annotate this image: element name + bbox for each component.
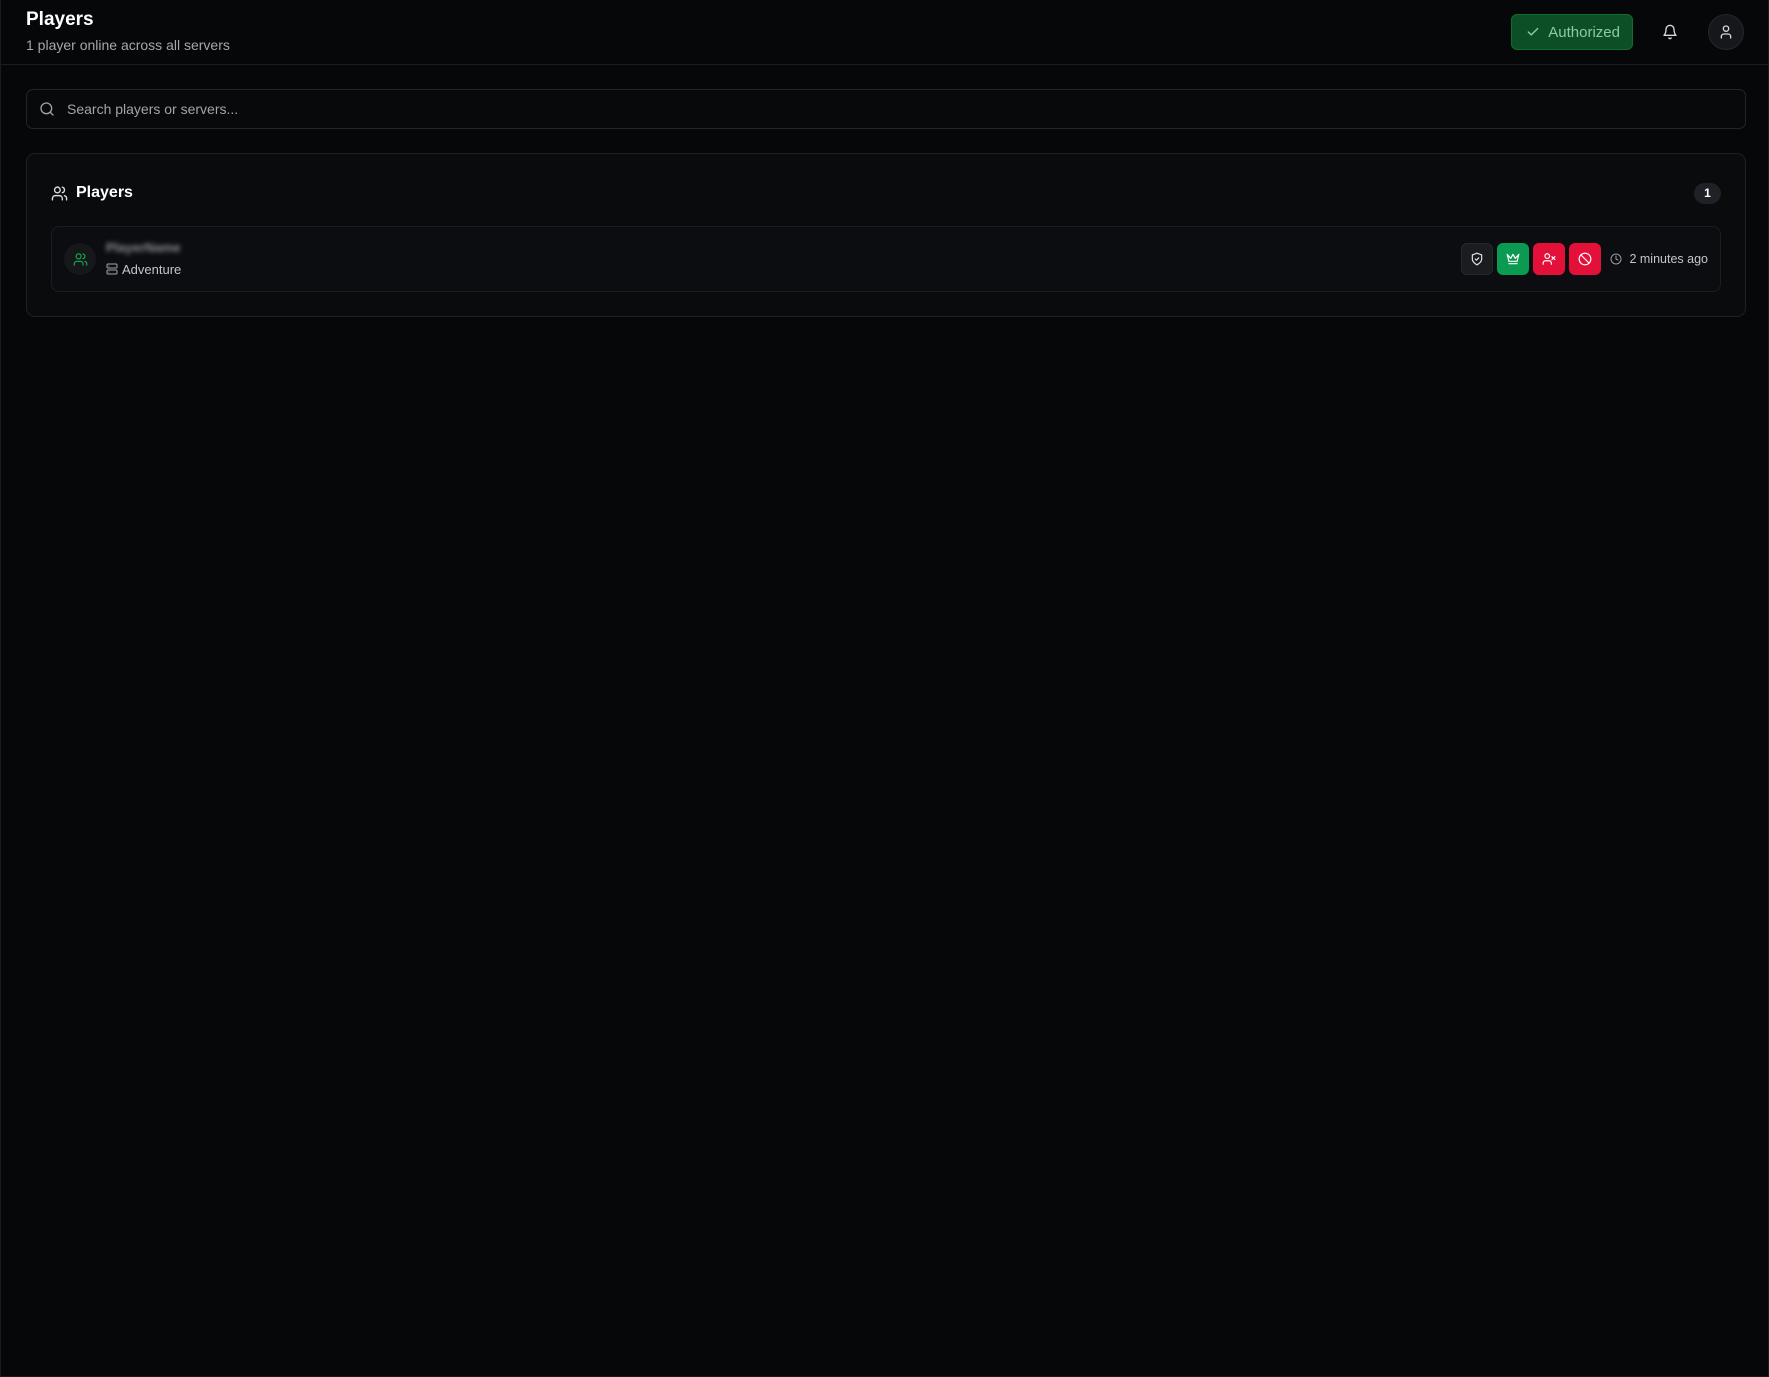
ban-button[interactable] (1569, 243, 1602, 275)
players-card: Players 1 PlayerName Adventure 2 minutes… (26, 153, 1746, 317)
player-avatar (64, 243, 96, 275)
player-actions: 2 minutes ago (1461, 243, 1708, 275)
search-icon (39, 101, 55, 117)
user-x-icon (1542, 252, 1556, 266)
page-title: Players (26, 8, 94, 30)
player-row[interactable]: PlayerName Adventure 2 minutes ago (51, 226, 1721, 292)
last-seen: 2 minutes ago (1610, 252, 1708, 266)
profile-button[interactable] (1708, 14, 1744, 50)
bell-icon (1662, 24, 1678, 40)
clock-icon (1610, 253, 1622, 265)
header-actions: Authorized (1511, 14, 1744, 50)
shield-icon (1470, 252, 1484, 266)
player-count-badge: 1 (1694, 182, 1721, 204)
search-input[interactable] (55, 90, 1745, 128)
check-icon (1526, 25, 1540, 39)
players-card-title: Players (76, 184, 133, 201)
kick-button[interactable] (1533, 243, 1566, 275)
player-name: PlayerName (106, 239, 181, 255)
players-card-header: Players 1 (51, 181, 1721, 205)
card-title-group: Players (51, 184, 133, 202)
last-seen-text: 2 minutes ago (1629, 252, 1708, 266)
search-bar (26, 89, 1746, 129)
ban-icon (1578, 252, 1592, 266)
crown-icon (1506, 252, 1520, 266)
page-subtitle: 1 player online across all servers (26, 36, 230, 53)
player-info: PlayerName Adventure (106, 240, 181, 277)
player-server-name: Adventure (122, 261, 182, 277)
authorized-button[interactable]: Authorized (1511, 14, 1633, 50)
notifications-button[interactable] (1652, 14, 1688, 50)
server-icon (106, 263, 118, 275)
player-server: Adventure (106, 262, 181, 277)
player-identity: PlayerName Adventure (64, 240, 181, 277)
whitelist-button[interactable] (1461, 243, 1494, 275)
users-icon (73, 252, 88, 267)
header-titles: Players 1 player online across all serve… (26, 8, 230, 54)
authorized-label: Authorized (1548, 23, 1620, 41)
op-button[interactable] (1497, 243, 1530, 275)
users-icon (51, 185, 68, 202)
user-icon (1718, 24, 1734, 40)
app-window: Players 1 player online across all serve… (0, 0, 1769, 1377)
page-header: Players 1 player online across all serve… (1, 0, 1768, 65)
